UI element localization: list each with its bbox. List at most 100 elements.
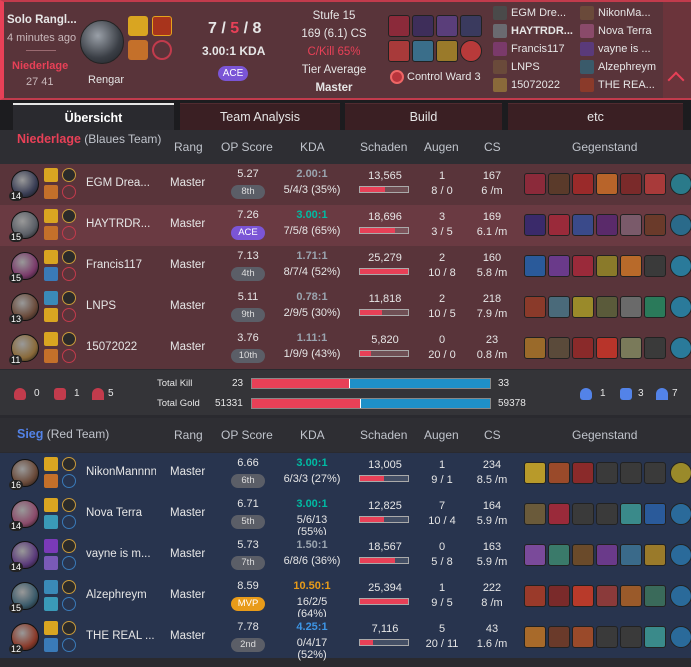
item-icon[interactable] (572, 255, 594, 277)
item-icon[interactable] (620, 296, 642, 318)
item-icon[interactable] (572, 173, 594, 195)
summoner-spell-icon[interactable] (44, 267, 58, 281)
item-icon[interactable] (524, 337, 546, 359)
summoner-spell-icon[interactable] (44, 349, 58, 363)
item-icon[interactable] (644, 337, 666, 359)
participant-link[interactable]: HAYTRDR... (493, 24, 579, 40)
player-row[interactable]: 15 Francis117 Master 7.13 4th 1.71:1 8/7… (0, 246, 691, 287)
participant-link[interactable]: LNPS (493, 60, 579, 76)
summoner-spell-icon[interactable] (44, 621, 58, 635)
summoner-spell-icon[interactable] (44, 308, 58, 322)
participant-link[interactable]: Francis117 (493, 42, 579, 58)
item-icon[interactable] (644, 214, 666, 236)
trinket-icon[interactable] (670, 255, 691, 277)
summoner-name[interactable]: EGM Drea... (86, 177, 156, 189)
summoner-name[interactable]: LNPS (86, 300, 156, 312)
item-icon[interactable] (620, 462, 642, 484)
item-icon[interactable] (596, 296, 618, 318)
item-icon[interactable] (548, 214, 570, 236)
rune-primary-icon[interactable] (62, 168, 76, 182)
summoner-spell-icon[interactable] (44, 539, 58, 553)
rune-secondary-icon[interactable] (62, 597, 76, 611)
item-icon[interactable] (388, 15, 410, 37)
item-icon[interactable] (548, 503, 570, 525)
item-icon[interactable] (524, 214, 546, 236)
summoner-spell-icon[interactable] (44, 580, 58, 594)
item-icon[interactable] (436, 40, 458, 62)
item-icon[interactable] (644, 173, 666, 195)
summoner-name[interactable]: THE REAL ... (86, 630, 156, 642)
item-icon[interactable] (596, 626, 618, 648)
item-icon[interactable] (524, 173, 546, 195)
rune-secondary-icon[interactable] (62, 308, 76, 322)
rune-secondary-icon[interactable] (62, 515, 76, 529)
summoner-name[interactable]: 15072022 (86, 341, 156, 353)
item-icon[interactable] (620, 544, 642, 566)
tab-etc[interactable]: etc (508, 103, 683, 130)
item-icon[interactable] (548, 585, 570, 607)
rune-secondary-icon[interactable] (62, 474, 76, 488)
summoner-spell-icon[interactable] (44, 556, 58, 570)
participant-link[interactable]: Alzephreym (580, 60, 660, 76)
tab-overview[interactable]: Übersicht (13, 103, 174, 130)
summoner-spell-icon[interactable] (44, 226, 58, 240)
rune-primary-icon[interactable] (62, 332, 76, 346)
summoner-spell-icon[interactable] (44, 168, 58, 182)
summoner-name[interactable]: NikonMannnn (86, 466, 156, 478)
item-icon[interactable] (524, 503, 546, 525)
item-icon[interactable] (572, 462, 594, 484)
rune-primary-icon[interactable] (62, 457, 76, 471)
rune-primary-icon[interactable] (62, 498, 76, 512)
item-icon[interactable] (620, 173, 642, 195)
control-ward-icon[interactable] (460, 40, 482, 62)
item-icon[interactable] (620, 337, 642, 359)
item-icon[interactable] (644, 503, 666, 525)
item-icon[interactable] (524, 544, 546, 566)
rune-secondary-icon[interactable] (62, 556, 76, 570)
trinket-icon[interactable] (670, 337, 691, 359)
rune-secondary-icon[interactable] (62, 638, 76, 652)
match-summary-card[interactable]: Solo Rangl... 4 minutes ago Niederlage 2… (0, 0, 691, 100)
player-row[interactable]: 16 NikonMannnn Master 6.66 6th 3.00:1 6/… (0, 453, 691, 494)
item-icon[interactable] (596, 462, 618, 484)
trinket-icon[interactable] (670, 173, 691, 195)
summoner-name[interactable]: Nova Terra (86, 507, 156, 519)
summoner-spell-icon[interactable] (44, 332, 58, 346)
item-icon[interactable] (620, 255, 642, 277)
item-icon[interactable] (548, 544, 570, 566)
tab-team-analysis[interactable]: Team Analysis (180, 103, 340, 130)
item-icon[interactable] (596, 503, 618, 525)
item-icon[interactable] (596, 255, 618, 277)
rune-secondary-icon[interactable] (62, 349, 76, 363)
item-icon[interactable] (644, 626, 666, 648)
trinket-icon[interactable] (670, 214, 691, 236)
item-icon[interactable] (596, 585, 618, 607)
player-row[interactable]: 12 THE REAL ... Master 7.78 2nd 4.25:1 0… (0, 617, 691, 661)
participant-link[interactable]: Nova Terra (580, 24, 660, 40)
trinket-icon[interactable] (670, 503, 691, 525)
champion-portrait[interactable] (80, 20, 124, 64)
summoner-name[interactable]: Alzephreym (86, 589, 156, 601)
trinket-icon[interactable] (670, 462, 691, 484)
summoner-spell-icon[interactable] (44, 638, 58, 652)
item-icon[interactable] (388, 40, 410, 62)
trinket-icon[interactable] (670, 626, 691, 648)
item-icon[interactable] (524, 462, 546, 484)
item-icon[interactable] (596, 544, 618, 566)
item-icon[interactable] (596, 337, 618, 359)
participant-link[interactable]: THE REA... (580, 78, 660, 94)
item-icon[interactable] (412, 15, 434, 37)
item-icon[interactable] (412, 40, 434, 62)
trinket-icon[interactable] (670, 585, 691, 607)
item-icon[interactable] (644, 544, 666, 566)
participant-link[interactable]: NikonMa... (580, 6, 660, 22)
summoner-spell-icon[interactable] (44, 457, 58, 471)
rune-secondary-icon[interactable] (62, 185, 76, 199)
item-icon[interactable] (524, 296, 546, 318)
item-icon[interactable] (572, 214, 594, 236)
summoner-spell-icon[interactable] (44, 291, 58, 305)
item-icon[interactable] (572, 296, 594, 318)
player-row[interactable]: 13 LNPS Master 5.11 9th 0.78:1 2/9/5 (30… (0, 287, 691, 328)
item-icon[interactable] (548, 296, 570, 318)
item-icon[interactable] (572, 337, 594, 359)
